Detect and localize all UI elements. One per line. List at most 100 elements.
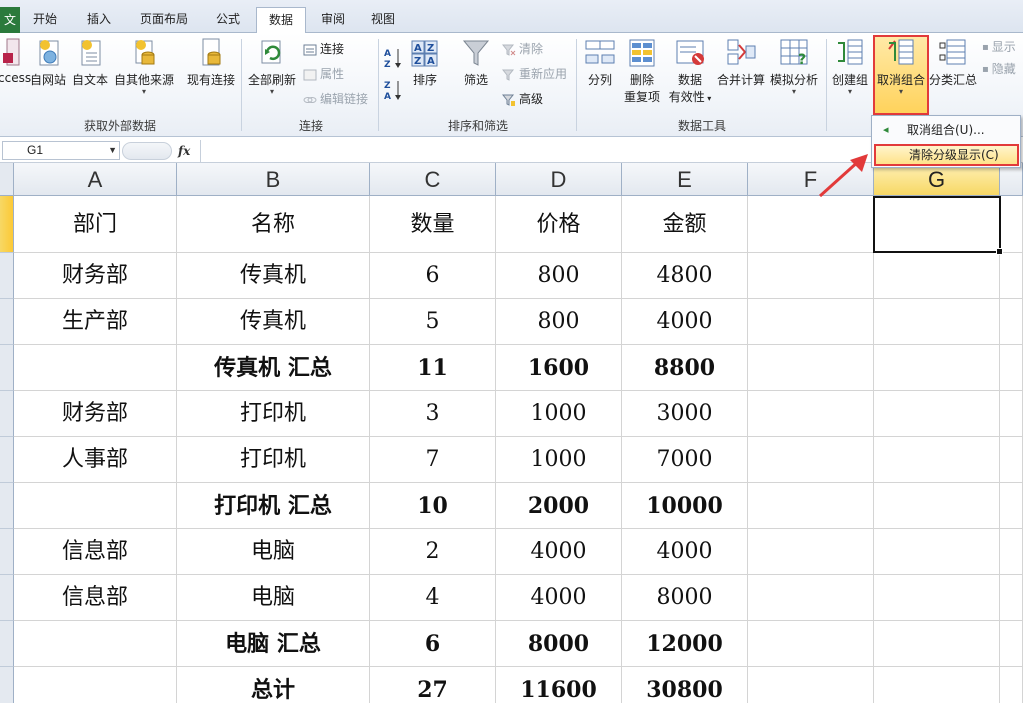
row-header-9[interactable]: [0, 575, 14, 621]
cell-h2[interactable]: [1000, 253, 1023, 299]
cell-b6[interactable]: 打印机: [177, 437, 370, 483]
cell-a11[interactable]: [14, 667, 177, 703]
cell-c8[interactable]: 2: [370, 529, 496, 575]
select-all-corner[interactable]: [0, 163, 14, 196]
cell-d11[interactable]: 11600: [496, 667, 622, 703]
cell-h3[interactable]: [1000, 299, 1023, 345]
filter-button[interactable]: 筛选: [456, 37, 496, 88]
cell-g5[interactable]: [874, 391, 1000, 437]
row-header-6[interactable]: [0, 437, 14, 483]
tab-insert[interactable]: 插入: [76, 7, 122, 33]
row-header-4[interactable]: [0, 345, 14, 391]
cell-f6[interactable]: [748, 437, 874, 483]
cell-e2[interactable]: 4800: [622, 253, 748, 299]
cell-e3[interactable]: 4000: [622, 299, 748, 345]
cell-a5[interactable]: 财务部: [14, 391, 177, 437]
cell-e1[interactable]: 金额: [622, 196, 748, 253]
edit-links-button[interactable]: 编辑链接: [303, 89, 368, 109]
cell-d2[interactable]: 800: [496, 253, 622, 299]
row-header-1[interactable]: [0, 196, 14, 253]
hide-detail-button[interactable]: ▪ 隐藏: [982, 59, 1016, 79]
text-to-columns-button[interactable]: 分列: [582, 37, 618, 88]
sort-z-to-a-button[interactable]: ZA: [384, 79, 404, 102]
cell-d3[interactable]: 800: [496, 299, 622, 345]
column-header-c[interactable]: C: [370, 163, 496, 196]
row-header-8[interactable]: [0, 529, 14, 575]
cell-e7[interactable]: 10000: [622, 483, 748, 529]
cell-d6[interactable]: 1000: [496, 437, 622, 483]
cell-g11[interactable]: [874, 667, 1000, 703]
cell-g2[interactable]: [874, 253, 1000, 299]
cell-h10[interactable]: [1000, 621, 1023, 667]
cell-a1[interactable]: 部门: [14, 196, 177, 253]
cell-b8[interactable]: 电脑: [177, 529, 370, 575]
cell-h4[interactable]: [1000, 345, 1023, 391]
cell-h8[interactable]: [1000, 529, 1023, 575]
advanced-filter-button[interactable]: 高级: [502, 89, 543, 109]
cell-c9[interactable]: 4: [370, 575, 496, 621]
show-detail-button[interactable]: ▪ 显示: [982, 37, 1016, 57]
tab-review[interactable]: 审阅: [312, 7, 354, 33]
cell-c11[interactable]: 27: [370, 667, 496, 703]
cell-b2[interactable]: 传真机: [177, 253, 370, 299]
tab-page-layout[interactable]: 页面布局: [132, 7, 196, 33]
group-button[interactable]: 创建组 ▾: [830, 37, 870, 96]
cell-b11[interactable]: 总计: [177, 667, 370, 703]
cell-b5[interactable]: 打印机: [177, 391, 370, 437]
cell-h6[interactable]: [1000, 437, 1023, 483]
cell-a4[interactable]: [14, 345, 177, 391]
row-header-2[interactable]: [0, 253, 14, 299]
cell-h5[interactable]: [1000, 391, 1023, 437]
cell-f10[interactable]: [748, 621, 874, 667]
cell-b1[interactable]: 名称: [177, 196, 370, 253]
properties-button[interactable]: 属性: [303, 64, 344, 84]
tab-formulas[interactable]: 公式: [206, 7, 250, 33]
cell-c2[interactable]: 6: [370, 253, 496, 299]
cell-f5[interactable]: [748, 391, 874, 437]
cell-c1[interactable]: 数量: [370, 196, 496, 253]
insert-function-icon[interactable]: fx: [178, 142, 198, 160]
cell-f1[interactable]: [748, 196, 874, 253]
cell-a7[interactable]: [14, 483, 177, 529]
cell-d5[interactable]: 1000: [496, 391, 622, 437]
cell-a6[interactable]: 人事部: [14, 437, 177, 483]
cell-a10[interactable]: [14, 621, 177, 667]
cell-g8[interactable]: [874, 529, 1000, 575]
formula-bar-splitter[interactable]: [122, 142, 172, 160]
cell-d7[interactable]: 2000: [496, 483, 622, 529]
cell-e5[interactable]: 3000: [622, 391, 748, 437]
cell-g4[interactable]: [874, 345, 1000, 391]
cell-c3[interactable]: 5: [370, 299, 496, 345]
cell-b7[interactable]: 打印机 汇总: [177, 483, 370, 529]
from-other-sources-button[interactable]: 自其他来源 ▾: [112, 37, 176, 96]
name-box[interactable]: G1 ▼: [2, 141, 120, 160]
subtotal-button[interactable]: 分类汇总: [928, 37, 978, 88]
refresh-all-button[interactable]: 全部刷新 ▾: [244, 37, 300, 96]
active-cell-g1[interactable]: [873, 196, 1003, 255]
remove-duplicates-button[interactable]: 删除 重复项: [622, 37, 662, 105]
name-box-dropdown-icon[interactable]: ▼: [108, 142, 117, 159]
sort-button[interactable]: A Z Z A 排序: [408, 37, 442, 88]
reapply-button[interactable]: 重新应用: [502, 64, 567, 84]
cell-h9[interactable]: [1000, 575, 1023, 621]
column-header-b[interactable]: B: [177, 163, 370, 196]
cell-g6[interactable]: [874, 437, 1000, 483]
cell-f11[interactable]: [748, 667, 874, 703]
cell-g3[interactable]: [874, 299, 1000, 345]
connections-button[interactable]: 连接: [303, 39, 344, 59]
column-header-e[interactable]: E: [622, 163, 748, 196]
tab-data[interactable]: 数据: [256, 7, 306, 34]
cell-e6[interactable]: 7000: [622, 437, 748, 483]
cell-d8[interactable]: 4000: [496, 529, 622, 575]
file-tab[interactable]: 文: [0, 7, 20, 33]
what-if-analysis-button[interactable]: ? 模拟分析 ▾: [768, 37, 820, 96]
cell-b4[interactable]: 传真机 汇总: [177, 345, 370, 391]
tab-home[interactable]: 开始: [24, 7, 66, 33]
from-access-button[interactable]: Access: [0, 37, 31, 85]
cell-h1[interactable]: [1000, 196, 1023, 253]
sort-a-to-z-button[interactable]: AZ: [384, 47, 404, 70]
cell-e8[interactable]: 4000: [622, 529, 748, 575]
row-header-3[interactable]: [0, 299, 14, 345]
cell-a3[interactable]: 生产部: [14, 299, 177, 345]
cell-f3[interactable]: [748, 299, 874, 345]
